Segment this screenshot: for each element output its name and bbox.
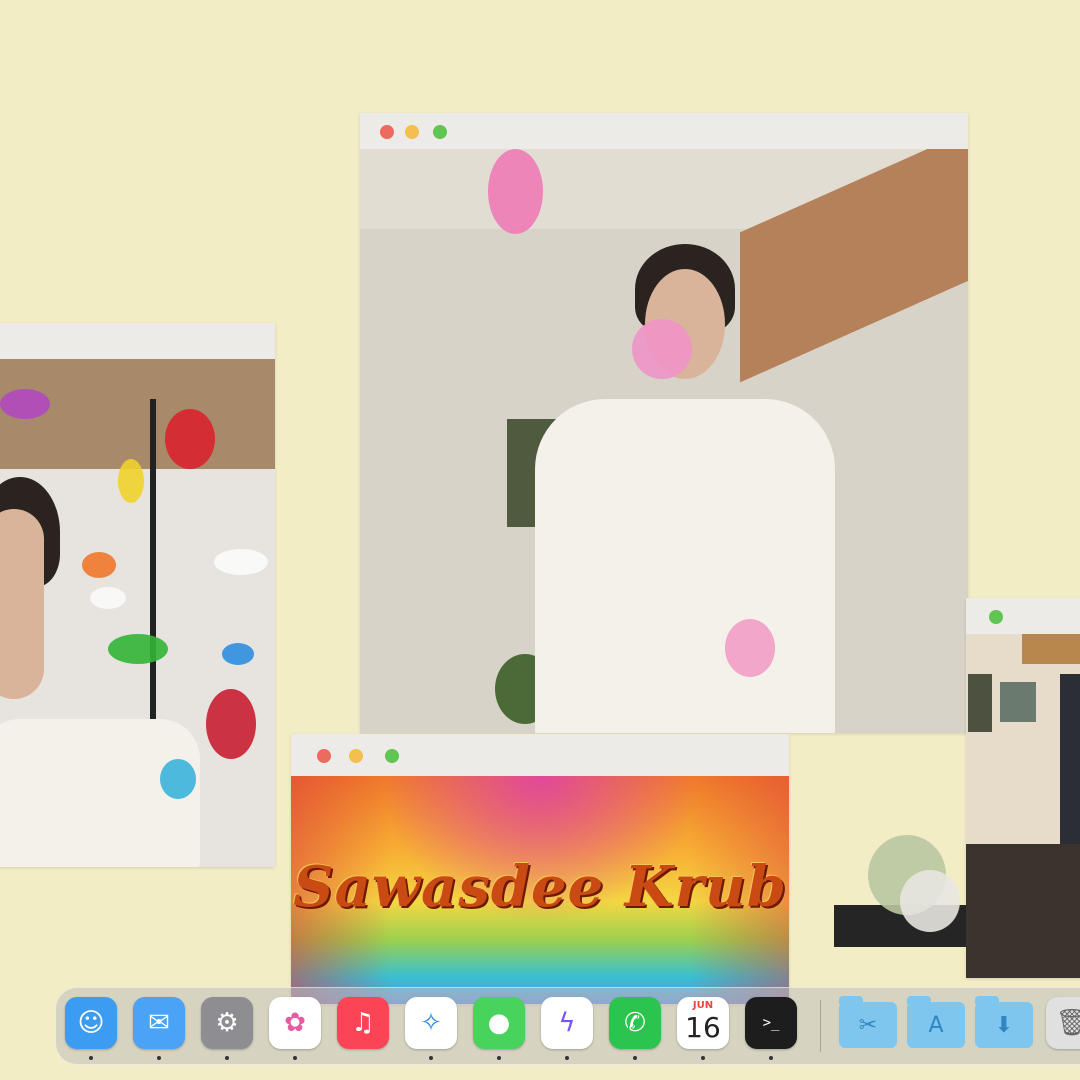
plush-toy (900, 870, 960, 932)
trash-icon[interactable]: 🗑 (1046, 997, 1080, 1049)
paint-blob (488, 149, 543, 234)
window-titlebar[interactable] (966, 598, 1080, 634)
running-indicator (701, 1056, 705, 1060)
maximize-button[interactable] (433, 125, 447, 139)
paint-blob (632, 319, 692, 379)
running-indicator (769, 1056, 773, 1060)
photos-icon[interactable]: ✿ (269, 997, 321, 1049)
greeting-title: Sawasdee Krub (293, 854, 787, 920)
title-window[interactable]: Sawasdee Krub (291, 734, 789, 1004)
left-video-content (0, 359, 275, 867)
main-video-window[interactable] (360, 113, 968, 733)
running-indicator (225, 1056, 229, 1060)
close-button[interactable] (380, 125, 394, 139)
running-indicator (89, 1056, 93, 1060)
title-window-content: Sawasdee Krub (291, 776, 789, 1004)
paint-blob (160, 759, 196, 799)
furniture (966, 844, 1080, 978)
calendar-month: JUN (692, 1000, 714, 1011)
left-video-window[interactable] (0, 323, 275, 867)
minimize-button[interactable] (349, 749, 363, 763)
gear-icon[interactable]: ⚙ (201, 997, 253, 1049)
main-video-content (360, 149, 968, 733)
safari-icon[interactable]: ✧ (405, 997, 457, 1049)
paint-blob (222, 643, 254, 665)
calendar-day: 16 (685, 1011, 721, 1044)
paint-blob (725, 619, 775, 677)
right-video-content (966, 634, 1080, 978)
person-face (0, 509, 44, 699)
messenger-icon[interactable]: ϟ (541, 997, 593, 1049)
utilities-folder-icon[interactable]: ✂ (839, 996, 897, 1048)
window-titlebar[interactable] (291, 734, 789, 776)
running-indicator (293, 1056, 297, 1060)
dock-separator (820, 1000, 821, 1052)
finder-icon[interactable]: ☺ (65, 997, 117, 1049)
minimize-button[interactable] (405, 125, 419, 139)
paint-blob (206, 689, 256, 759)
running-indicator (497, 1056, 501, 1060)
paint-blob (90, 587, 126, 609)
terminal-prompt: >_ (762, 1015, 780, 1031)
paint-blob (0, 389, 50, 419)
paint-blob (108, 634, 168, 664)
terminal-icon[interactable]: >_ (745, 997, 797, 1049)
window-titlebar[interactable] (0, 323, 275, 359)
wall-painting (1000, 682, 1036, 722)
paint-blob (165, 409, 215, 469)
close-button[interactable] (317, 749, 331, 763)
running-indicator (565, 1056, 569, 1060)
running-indicator (157, 1056, 161, 1060)
whatsapp-icon[interactable]: ✆ (609, 997, 661, 1049)
paint-blob (214, 549, 268, 575)
maximize-button[interactable] (989, 610, 1003, 624)
dock: ☺ ✉ ⚙ ✿ ♫ ✧ ● ϟ ✆ JUN 16 >_ ✂ A ⬇ 🗑 (55, 987, 1080, 1065)
calendar-icon[interactable]: JUN 16 (677, 997, 729, 1049)
running-indicator (429, 1056, 433, 1060)
applications-folder-icon[interactable]: A (907, 996, 965, 1048)
downloads-folder-icon[interactable]: ⬇ (975, 996, 1033, 1048)
paint-blob (118, 459, 144, 503)
wall-painting (968, 674, 992, 732)
maximize-button[interactable] (385, 749, 399, 763)
right-video-window[interactable] (966, 598, 1080, 978)
messages-icon[interactable]: ● (473, 997, 525, 1049)
running-indicator (633, 1056, 637, 1060)
paint-blob (82, 552, 116, 578)
mail-icon[interactable]: ✉ (133, 997, 185, 1049)
window-titlebar[interactable] (360, 113, 968, 149)
music-icon[interactable]: ♫ (337, 997, 389, 1049)
ceiling-beam (1022, 634, 1080, 664)
person-shirt (535, 399, 835, 733)
